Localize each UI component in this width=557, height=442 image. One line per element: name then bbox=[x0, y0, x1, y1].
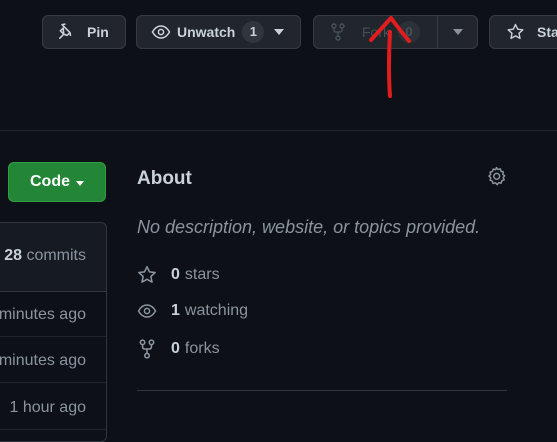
pin-icon bbox=[59, 23, 72, 39]
header-divider bbox=[0, 130, 557, 131]
list-item: minutes ago bbox=[0, 306, 86, 323]
fork-label: Fork bbox=[362, 24, 390, 40]
caret-down-icon bbox=[76, 180, 84, 186]
list-item: minutes ago bbox=[0, 352, 86, 369]
about-title: About bbox=[137, 168, 192, 189]
pin-label: Pin bbox=[87, 24, 109, 40]
gear-icon[interactable] bbox=[486, 166, 507, 187]
about-divider bbox=[137, 390, 507, 391]
row-divider bbox=[0, 382, 106, 383]
unwatch-label: Unwatch bbox=[177, 24, 236, 40]
fork-dropdown-button[interactable] bbox=[437, 15, 478, 49]
forks-label: forks bbox=[184, 340, 220, 357]
forks-link[interactable]: 0 forks bbox=[137, 339, 220, 359]
fork-counter: 0 bbox=[398, 21, 420, 43]
commit-header: 28 commits bbox=[0, 223, 106, 292]
about-description: No description, website, or topics provi… bbox=[137, 217, 481, 237]
fork-button[interactable]: Fork 0 bbox=[313, 15, 438, 49]
fork-icon bbox=[331, 23, 345, 41]
row-divider bbox=[0, 336, 106, 337]
commits-link[interactable]: 28 commits bbox=[4, 247, 86, 265]
eye-icon bbox=[137, 304, 157, 318]
star-label: Sta bbox=[537, 24, 557, 40]
star-icon bbox=[507, 23, 524, 40]
commits-label: commits bbox=[26, 247, 86, 264]
fork-icon bbox=[139, 339, 155, 359]
commit-list: 28 commits minutes ago minutes ago 1 hou… bbox=[0, 222, 107, 442]
unwatch-button[interactable]: Unwatch 1 bbox=[136, 15, 301, 49]
star-button[interactable]: Sta bbox=[489, 15, 557, 49]
commit-count: 28 bbox=[4, 247, 22, 264]
star-icon bbox=[138, 265, 156, 283]
caret-down-icon bbox=[452, 29, 463, 35]
eye-icon bbox=[151, 25, 171, 39]
watching-count: 1 bbox=[171, 302, 180, 319]
forks-count: 0 bbox=[171, 340, 180, 357]
code-button[interactable]: Code bbox=[8, 162, 106, 202]
pin-button[interactable]: Pin bbox=[42, 15, 126, 49]
caret-down-icon[interactable] bbox=[274, 29, 285, 35]
code-label: Code bbox=[30, 173, 70, 190]
stars-count: 0 bbox=[171, 266, 180, 283]
unwatch-counter: 1 bbox=[242, 21, 265, 43]
watching-label: watching bbox=[184, 302, 249, 319]
watching-link[interactable]: 1 watching bbox=[137, 302, 248, 320]
stars-link[interactable]: 0 stars bbox=[137, 265, 220, 285]
list-item: 1 hour ago bbox=[9, 399, 86, 416]
stars-label: stars bbox=[184, 266, 220, 283]
